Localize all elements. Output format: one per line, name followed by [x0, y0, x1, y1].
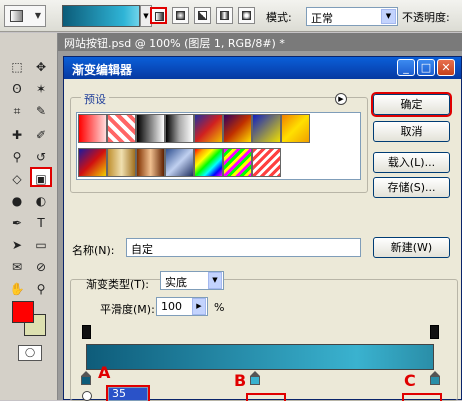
presets-grid: [76, 112, 361, 180]
brush-tool-icon[interactable]: ✐: [30, 125, 52, 145]
gradient-type-value: 实底: [165, 276, 187, 289]
preset-swatch[interactable]: [136, 148, 165, 177]
gradient-tool-icon: [10, 10, 23, 22]
annotation-marker-a: A: [98, 363, 111, 382]
new-button[interactable]: 新建(W): [373, 237, 450, 258]
mode-value: 正常: [311, 12, 333, 25]
pen-tool-icon[interactable]: ✒: [6, 213, 28, 233]
type-tool-icon[interactable]: T: [30, 213, 52, 233]
mode-label: 模式:: [266, 11, 292, 24]
gradient-type-select[interactable]: 实底 ▼: [160, 271, 224, 290]
opacity-stop-right[interactable]: [430, 325, 439, 339]
preset-swatch[interactable]: [252, 114, 281, 143]
history-brush-icon[interactable]: ↺: [30, 147, 52, 167]
preset-swatch[interactable]: [107, 114, 136, 143]
gradient-preview-swatch[interactable]: [62, 5, 140, 27]
radial-gradient-button[interactable]: [172, 7, 189, 24]
chevron-right-icon: ▶: [192, 298, 206, 315]
preset-swatch[interactable]: [194, 148, 223, 177]
stop-value-input[interactable]: 35: [106, 385, 150, 401]
dialog-title: 渐变编辑器: [72, 63, 133, 77]
quick-mask-icon[interactable]: ◯: [18, 345, 42, 361]
minimize-icon[interactable]: _: [397, 59, 415, 76]
clone-stamp-icon[interactable]: ⚲: [6, 147, 28, 167]
blur-tool-icon[interactable]: ●: [6, 191, 28, 211]
magic-wand-icon[interactable]: ✶: [30, 79, 52, 99]
annotation-marker-c: C: [404, 371, 416, 390]
cancel-button[interactable]: 取消: [373, 121, 450, 142]
reflected-gradient-button[interactable]: [216, 7, 233, 24]
smoothness-input[interactable]: 100 ▶: [156, 297, 208, 316]
preset-swatch[interactable]: [78, 148, 107, 177]
preset-swatch[interactable]: [107, 148, 136, 177]
hand-tool-icon[interactable]: ✋: [6, 279, 28, 299]
preset-swatch[interactable]: [165, 114, 194, 143]
smoothness-label: 平滑度(M):: [100, 303, 155, 316]
close-icon[interactable]: ✕: [437, 59, 455, 76]
gradient-tool-icon[interactable]: ▣: [30, 167, 52, 187]
chevron-down-icon: ▼: [381, 9, 396, 24]
crop-tool-icon[interactable]: ⌗: [6, 101, 28, 121]
presets-menu-arrow-icon[interactable]: ▶: [335, 93, 347, 105]
options-bar: ▼ ▼ 模式: 正常 ▼ 不透明度:: [0, 0, 462, 32]
linear-gradient-button[interactable]: [150, 7, 167, 24]
chevron-down-icon: ▼: [34, 11, 41, 20]
gradient-type-label: 渐变类型(T):: [86, 278, 150, 291]
color-stop-b[interactable]: [250, 371, 260, 385]
eraser-tool-icon[interactable]: ◇: [6, 169, 28, 189]
highlight-box-b: [246, 393, 286, 401]
color-stop-c[interactable]: [430, 371, 440, 385]
preset-swatch[interactable]: [281, 114, 310, 143]
path-selection-icon[interactable]: ➤: [6, 235, 28, 255]
toolbox: ⬚ ✥ ʘ ✶ ⌗ ✎ ✚ ✐ ⚲ ↺ ◇ ▣ ● ◐ ✒ T ➤ ▭ ✉ ⊘ …: [0, 33, 58, 400]
smoothness-unit: %: [214, 301, 225, 314]
load-button[interactable]: 载入(L)...: [373, 152, 450, 173]
highlight-box-c: [402, 393, 442, 401]
document-title: 网站按钮.psd @ 100% (图层 1, RGB/8#) *: [64, 37, 285, 50]
opacity-label: 不透明度:: [402, 11, 450, 24]
preset-swatch[interactable]: [165, 148, 194, 177]
preset-swatch[interactable]: [223, 148, 252, 177]
preset-swatch[interactable]: [136, 114, 165, 143]
name-label: 名称(N):: [72, 244, 115, 257]
angle-gradient-button[interactable]: [194, 7, 211, 24]
gradient-editor-dialog: 渐变编辑器 _ □ ✕ 预设 ▶ 确定 取消 载入(L)... 存储(S)...…: [63, 56, 462, 401]
dodge-tool-icon[interactable]: ◐: [30, 191, 52, 211]
opacity-stop-left[interactable]: [82, 325, 91, 339]
shape-tool-icon[interactable]: ▭: [30, 235, 52, 255]
smoothness-value: 100: [161, 300, 182, 313]
ok-button[interactable]: 确定: [371, 92, 452, 117]
save-button[interactable]: 存储(S)...: [373, 177, 450, 198]
eyedropper-icon[interactable]: ⊘: [30, 257, 52, 277]
mode-select[interactable]: 正常 ▼: [306, 7, 398, 26]
document-tab[interactable]: 网站按钮.psd @ 100% (图层 1, RGB/8#) *: [58, 33, 462, 51]
move-tool-icon[interactable]: ✥: [30, 57, 52, 77]
gradient-preview-bar[interactable]: [86, 344, 434, 370]
preset-swatch[interactable]: [252, 148, 281, 177]
annotation-marker-b: B: [234, 371, 247, 390]
presets-label: 预设: [81, 91, 109, 107]
chevron-down-icon: ▼: [208, 272, 222, 289]
name-input[interactable]: 自定: [126, 238, 361, 257]
maximize-icon[interactable]: □: [417, 59, 435, 76]
lasso-tool-icon[interactable]: ʘ: [6, 79, 28, 99]
healing-brush-icon[interactable]: ✚: [6, 125, 28, 145]
zoom-tool-icon[interactable]: ⚲: [30, 279, 52, 299]
color-stop-a[interactable]: [81, 371, 91, 385]
eyedropper-icon[interactable]: ✎: [30, 101, 52, 121]
diamond-gradient-button[interactable]: [238, 7, 255, 24]
preset-swatch[interactable]: [223, 114, 252, 143]
preset-swatch[interactable]: [78, 114, 107, 143]
notes-tool-icon[interactable]: ✉: [6, 257, 28, 277]
marquee-tool-icon[interactable]: ⬚: [6, 57, 28, 77]
preset-swatch[interactable]: [194, 114, 223, 143]
tool-preset-picker[interactable]: ▼: [4, 5, 46, 27]
foreground-color-swatch[interactable]: [12, 301, 34, 323]
gradient-settings-group: [70, 279, 458, 401]
